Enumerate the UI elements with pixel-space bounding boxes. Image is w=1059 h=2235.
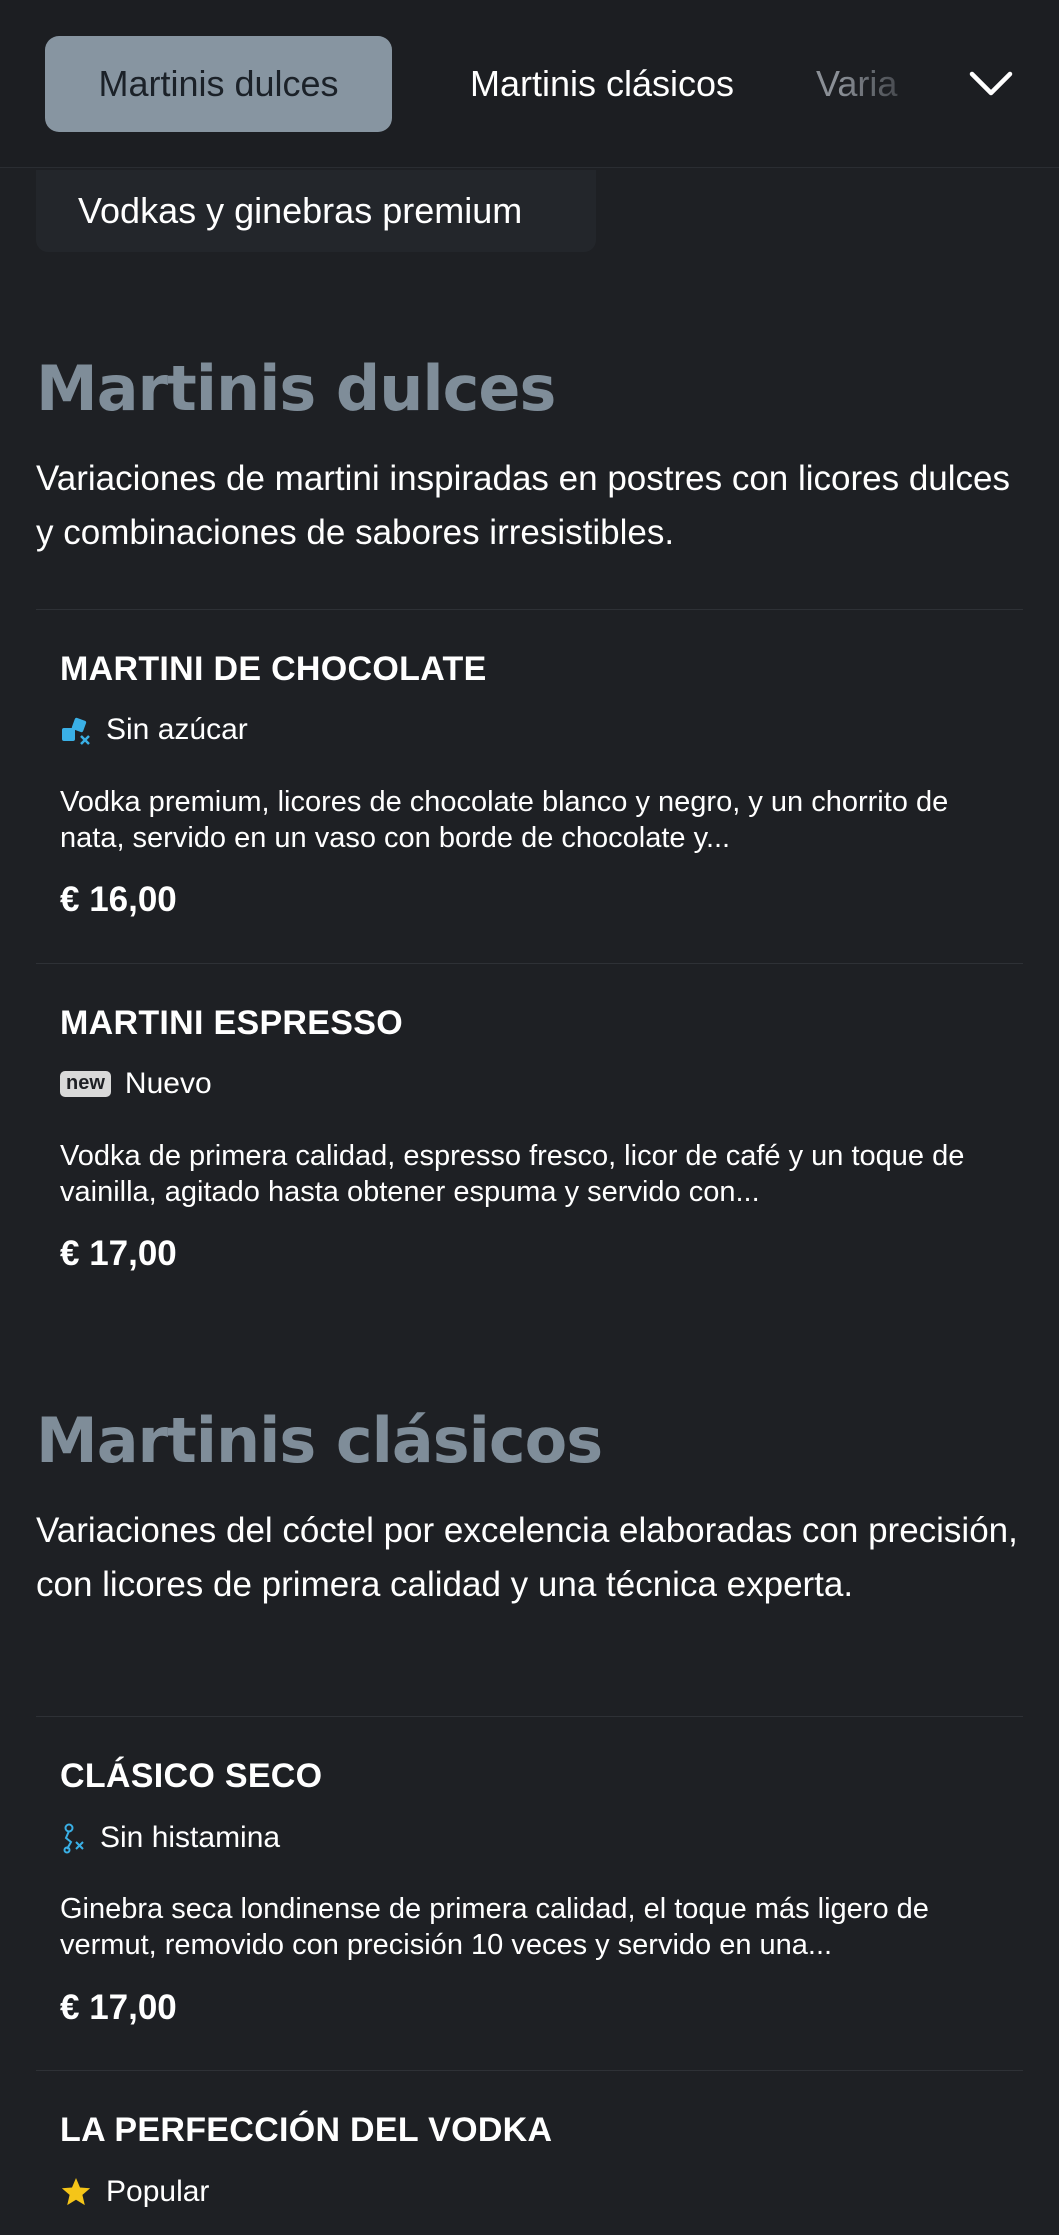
tab-label: Varia bbox=[816, 63, 898, 104]
tab-martinis-dulces[interactable]: Martinis dulces bbox=[45, 36, 392, 132]
new-badge: new bbox=[60, 1071, 111, 1097]
item-name: MARTINI DE CHOCOLATE bbox=[60, 650, 487, 688]
histamine-free-icon bbox=[60, 1822, 86, 1854]
tab-variaciones[interactable]: Varia bbox=[816, 36, 936, 132]
divider bbox=[36, 963, 1023, 964]
item-tag: new Nuevo bbox=[60, 1064, 212, 1104]
item-tag-label: Sin azúcar bbox=[106, 713, 248, 746]
divider bbox=[36, 1716, 1023, 1717]
item-price: € 17,00 bbox=[60, 1988, 177, 2027]
section-description: Variaciones de martini inspiradas en pos… bbox=[36, 459, 1011, 552]
sugar-free-icon bbox=[60, 714, 92, 746]
category-option-vodkas-ginebras[interactable]: Vodkas y ginebras premium bbox=[36, 170, 596, 252]
item-name: CLÁSICO SECO bbox=[60, 1757, 323, 1795]
item-description: Vodka premium, licores de chocolate blan… bbox=[60, 786, 949, 854]
item-tag: Popular bbox=[60, 2172, 209, 2212]
section-title: Martinis dulces bbox=[36, 352, 556, 425]
expand-categories-button[interactable] bbox=[963, 58, 1019, 110]
divider bbox=[36, 2070, 1023, 2071]
item-price: € 17,00 bbox=[60, 1234, 177, 1273]
new-badge-icon: new bbox=[60, 1071, 111, 1097]
item-name: LA PERFECCIÓN DEL VODKA bbox=[60, 2111, 553, 2149]
item-tag: Sin histamina bbox=[60, 1818, 280, 1858]
item-tag: Sin azúcar bbox=[60, 710, 248, 750]
tab-label: Martinis clásicos bbox=[469, 63, 735, 104]
chevron-down-icon bbox=[969, 71, 1013, 96]
divider bbox=[36, 609, 1023, 610]
item-name: MARTINI ESPRESSO bbox=[60, 1004, 403, 1042]
item-price: € 16,00 bbox=[60, 880, 177, 919]
section-title: Martinis clásicos bbox=[36, 1404, 603, 1477]
item-tag-label: Nuevo bbox=[124, 1067, 212, 1100]
item-tag-label: Popular bbox=[106, 2175, 210, 2208]
category-option-label: Vodkas y ginebras premium bbox=[78, 190, 523, 231]
item-description: Vodka de primera calidad, espresso fresc… bbox=[60, 1140, 965, 1208]
item-description: Ginebra seca londinense de primera calid… bbox=[60, 1893, 929, 1961]
tab-label: Martinis dulces bbox=[98, 63, 339, 104]
star-icon bbox=[60, 2176, 92, 2208]
tab-martinis-clasicos[interactable]: Martinis clásicos bbox=[412, 36, 792, 132]
category-nav: Martinis dulces Martinis clásicos Varia bbox=[0, 0, 1059, 168]
item-tag-label: Sin histamina bbox=[100, 1821, 281, 1854]
section-description: Variaciones del cóctel por excelencia el… bbox=[36, 1511, 1018, 1604]
